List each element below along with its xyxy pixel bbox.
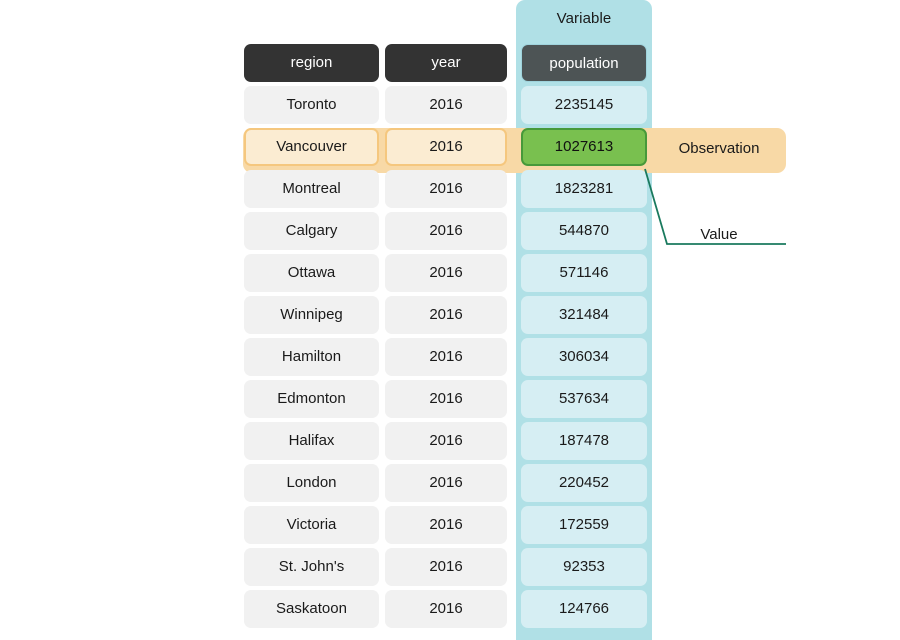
column-header-region[interactable]: region: [244, 44, 379, 82]
table-cell-region[interactable]: Montreal: [244, 170, 379, 208]
observation-annotation-label: Observation: [652, 140, 786, 157]
diagram-canvas: Variable Observation regionyear populatio…: [0, 0, 900, 636]
table-cell-year[interactable]: 2016: [385, 422, 507, 460]
table-cell-year[interactable]: 2016: [385, 128, 507, 166]
table-cell-population[interactable]: 124766: [521, 590, 647, 628]
column-header-year[interactable]: year: [385, 44, 507, 82]
table-cell-region[interactable]: Halifax: [244, 422, 379, 460]
table-cell-region[interactable]: Winnipeg: [244, 296, 379, 334]
table-cell-population[interactable]: 321484: [521, 296, 647, 334]
table-cell-population[interactable]: 172559: [521, 506, 647, 544]
table-cell-population[interactable]: 220452: [521, 464, 647, 502]
value-annotation-label: Value: [684, 226, 754, 243]
table-cell-year[interactable]: 2016: [385, 590, 507, 628]
table-cell-region[interactable]: Edmonton: [244, 380, 379, 418]
table-cell-year[interactable]: 2016: [385, 86, 507, 124]
table-cell-year[interactable]: 2016: [385, 380, 507, 418]
table-cell-year[interactable]: 2016: [385, 254, 507, 292]
table-cell-population[interactable]: 306034: [521, 338, 647, 376]
table-cell-population[interactable]: 92353: [521, 548, 647, 586]
table-cell-region[interactable]: Vancouver: [244, 128, 379, 166]
table-cell-population[interactable]: 1027613: [521, 128, 647, 166]
table-cell-year[interactable]: 2016: [385, 170, 507, 208]
table-cell-year[interactable]: 2016: [385, 464, 507, 502]
table-cell-population[interactable]: 187478: [521, 422, 647, 460]
table-cell-region[interactable]: Hamilton: [244, 338, 379, 376]
table-cell-population[interactable]: 2235145: [521, 86, 647, 124]
table-cell-year[interactable]: 2016: [385, 338, 507, 376]
table-cell-year[interactable]: 2016: [385, 212, 507, 250]
table-cell-year[interactable]: 2016: [385, 296, 507, 334]
table-cell-population[interactable]: 537634: [521, 380, 647, 418]
table-cell-region[interactable]: Saskatoon: [244, 590, 379, 628]
table-cell-region[interactable]: Ottawa: [244, 254, 379, 292]
table-cell-population[interactable]: 571146: [521, 254, 647, 292]
table-cell-region[interactable]: Calgary: [244, 212, 379, 250]
table-cell-year[interactable]: 2016: [385, 506, 507, 544]
variable-annotation-label: Variable: [516, 10, 652, 27]
table-cell-region[interactable]: St. John's: [244, 548, 379, 586]
table-cell-population[interactable]: 544870: [521, 212, 647, 250]
table-cell-region[interactable]: Toronto: [244, 86, 379, 124]
table-cell-year[interactable]: 2016: [385, 548, 507, 586]
table-cell-region[interactable]: London: [244, 464, 379, 502]
table-cell-population[interactable]: 1823281: [521, 170, 647, 208]
table-cell-region[interactable]: Victoria: [244, 506, 379, 544]
column-header-population[interactable]: population: [521, 44, 647, 82]
